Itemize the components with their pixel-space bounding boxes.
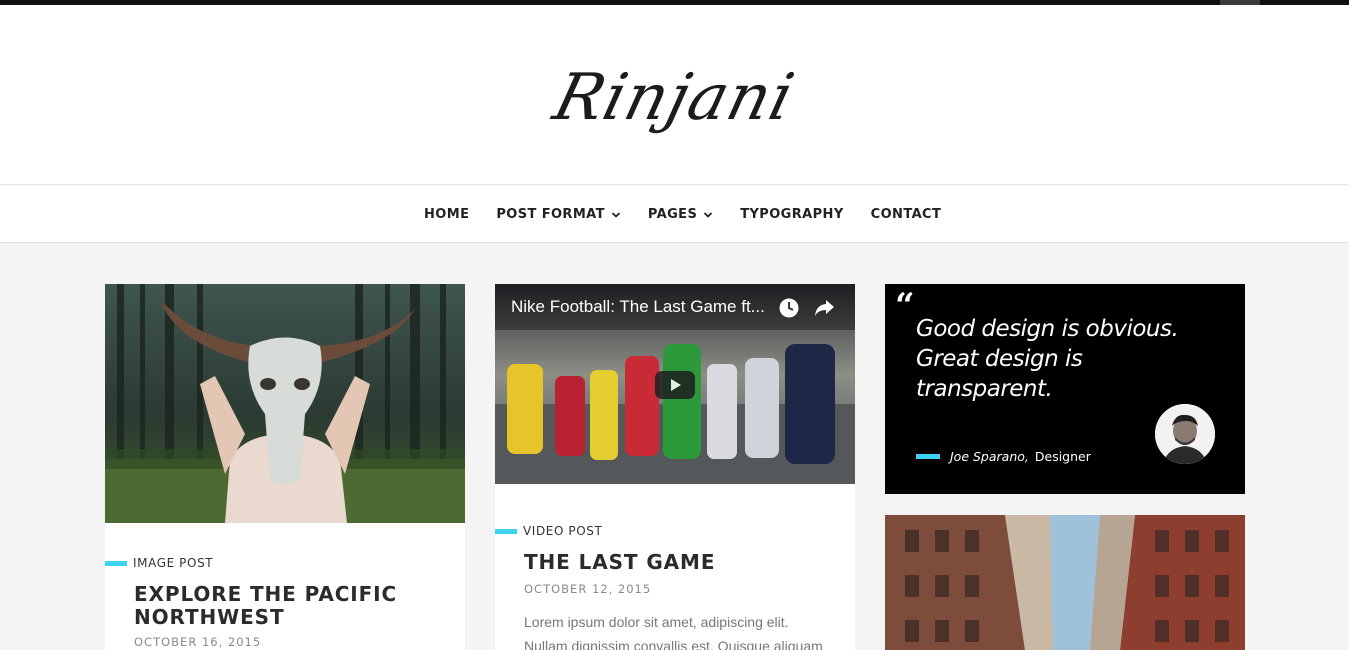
logo-text[interactable]: Rinjani (508, 33, 840, 163)
site-logo[interactable]: Rinjani (524, 33, 824, 163)
post-card-image: IMAGE POST EXPLORE THE PACIFIC NORTHWEST… (105, 284, 465, 650)
quote-mark-icon: “ (895, 286, 915, 326)
post-image-street[interactable] (885, 515, 1245, 650)
nav-item-label: HOME (424, 207, 470, 222)
quote-line: Good design is obvious. (916, 316, 1179, 342)
share-icon[interactable] (813, 298, 835, 318)
author-name: Joe Sparano, (950, 449, 1029, 464)
main-navigation: HOME POST FORMAT PAGES TYPOGRAPHY CONTAC… (0, 186, 1349, 243)
chevron-down-icon (611, 211, 621, 218)
video-title[interactable]: Nike Football: The Last Game ft... (511, 297, 765, 317)
post-date: OCTOBER 16, 2015 (134, 635, 262, 649)
post-image-forest[interactable] (105, 284, 465, 523)
play-icon (671, 379, 681, 391)
post-date: OCTOBER 12, 2015 (524, 582, 652, 596)
nav-item-home[interactable]: HOME (424, 207, 469, 222)
nav-item-label: TYPOGRAPHY (740, 207, 844, 222)
street-photo (885, 515, 1245, 650)
nav-item-contact[interactable]: CONTACT (871, 207, 942, 222)
quote-card: “ Good design is obvious. Great design i… (885, 284, 1245, 494)
chevron-down-icon (704, 211, 713, 218)
site-header: Rinjani (0, 5, 1349, 185)
quote-author: Joe Sparano, Designer (916, 449, 1091, 464)
accent-bar (916, 454, 940, 459)
post-title[interactable]: EXPLORE THE PACIFIC NORTHWEST (134, 583, 397, 629)
clock-icon[interactable] (778, 297, 800, 319)
post-title-line[interactable]: NORTHWEST (134, 606, 397, 629)
post-excerpt: Lorem ipsum dolor sit amet, adipiscing e… (524, 610, 844, 650)
quote-line: Great design is (916, 346, 1083, 372)
quote-text: Good design is obvious. Great design is … (916, 314, 1216, 404)
accent-bar (495, 528, 517, 534)
post-title[interactable]: THE LAST GAME (524, 551, 715, 574)
author-avatar (1155, 404, 1215, 464)
nav-item-label: POST FORMAT (496, 207, 605, 222)
post-title-line[interactable]: EXPLORE THE PACIFIC (134, 583, 397, 606)
excerpt-line: Nullam dignissim convallis est. Quisque … (524, 638, 823, 650)
post-format-text: IMAGE POST (133, 556, 214, 570)
video-embed[interactable]: Nike Football: The Last Game ft... (495, 284, 855, 484)
post-format-text: VIDEO POST (523, 524, 603, 538)
nav-item-label: PAGES (647, 207, 698, 222)
accent-bar (105, 560, 127, 566)
author-role: Designer (1034, 449, 1091, 464)
post-format-label: IMAGE POST (105, 556, 213, 570)
post-format-label: VIDEO POST (495, 524, 602, 538)
author-avatar-image (1155, 404, 1215, 464)
nav-item-label: CONTACT (870, 207, 942, 222)
post-card-video: Nike Football: The Last Game ft... VIDEO… (495, 284, 855, 650)
nav-item-pages[interactable]: PAGES (648, 207, 713, 222)
nav-item-typography[interactable]: TYPOGRAPHY (740, 207, 843, 222)
nav-item-post-format[interactable]: POST FORMAT (496, 207, 621, 222)
quote-line: transparent. (916, 376, 1053, 402)
excerpt-line: Lorem ipsum dolor sit amet, adipiscing e… (524, 614, 789, 630)
play-button[interactable] (655, 371, 695, 399)
